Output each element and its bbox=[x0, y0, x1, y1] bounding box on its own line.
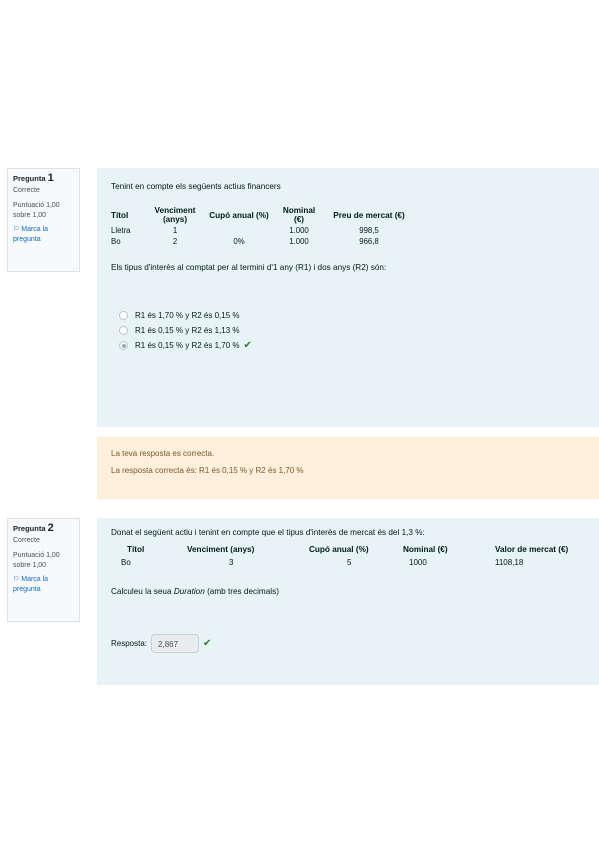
radio-icon[interactable] bbox=[119, 311, 128, 320]
answer-option[interactable]: R1 és 1,70 % y R2 és 0,15 % bbox=[111, 308, 593, 323]
flag-icon: ⚐ bbox=[13, 226, 20, 233]
table-header: Cupó anual (%) bbox=[309, 545, 369, 554]
table-cell: 5 bbox=[347, 558, 352, 567]
question-formulation-1: Tenint en compte els següents actius fin… bbox=[97, 168, 599, 427]
question-text: Els tipus d'interès al comptat per al te… bbox=[111, 263, 387, 272]
answer-option[interactable]: R1 és 0,15 % y R2 és 1,13 % bbox=[111, 323, 593, 338]
check-icon: ✔ bbox=[203, 638, 212, 649]
table-header: Cupó anual (%) bbox=[209, 210, 269, 220]
table-header: Venciment (anys) bbox=[154, 206, 196, 224]
radio-icon[interactable] bbox=[119, 326, 128, 335]
table-header-row: Títol Venciment (anys) Cupó anual (%) No… bbox=[111, 543, 599, 556]
right-answer: La resposta correcta és: R1 és 0,15 % y … bbox=[111, 466, 304, 475]
table-cell: Lletra bbox=[111, 226, 131, 235]
question-state: Correcte bbox=[13, 187, 40, 194]
question-formulation-2: Donat el següent actiu i tenint en compt… bbox=[97, 518, 599, 685]
flag-question-link[interactable]: ⚐ Marca la pregunta bbox=[13, 575, 74, 595]
table-cell: 1000 bbox=[409, 558, 427, 567]
table-cell bbox=[205, 225, 273, 236]
table-row: Bo 3 5 1000 1108,18 bbox=[111, 556, 599, 569]
table-cell: 1108,18 bbox=[495, 558, 524, 567]
table-cell: Bo bbox=[111, 237, 121, 246]
question-intro: Tenint en compte els següents actius fin… bbox=[111, 182, 281, 191]
answer-option-label: R1 és 0,15 % y R2 és 1,70 % bbox=[135, 341, 240, 350]
flag-icon: ⚐ bbox=[13, 576, 20, 583]
table-cell: 2 bbox=[172, 237, 178, 246]
flag-question-link[interactable]: ⚐ Marca la pregunta bbox=[13, 225, 74, 245]
table-header-row: Títol Venciment (anys) Cupó anual (%) No… bbox=[111, 205, 413, 225]
question-info-1: Pregunta 1 Correcte Puntuació 1,00 sobre… bbox=[7, 168, 80, 272]
question-text: Calculeu la seua Duration (amb tres deci… bbox=[111, 587, 279, 596]
table-cell: 966,8 bbox=[359, 237, 379, 246]
question-title: Pregunta 2 bbox=[13, 522, 54, 534]
table-row: Lletra 1 1.000 998,5 bbox=[111, 225, 413, 236]
question-feedback-1: La teva resposta es correcta. La respost… bbox=[97, 437, 599, 499]
question-grade: Puntuació 1,00 sobre 1,00 bbox=[13, 202, 60, 219]
table-header: Títol bbox=[111, 210, 129, 220]
table-cell: 1 bbox=[172, 226, 178, 235]
question-title: Pregunta 1 bbox=[13, 172, 54, 184]
question-state: Correcte bbox=[13, 537, 40, 544]
table-cell: 1.000 bbox=[289, 226, 309, 235]
check-icon: ✔ bbox=[243, 340, 252, 351]
table-header: Valor de mercat (€) bbox=[495, 545, 569, 554]
assets-table: Títol Venciment (anys) Cupó anual (%) No… bbox=[111, 205, 413, 247]
answer-option-label: R1 és 0,15 % y R2 és 1,13 % bbox=[135, 326, 240, 335]
bond-table: Títol Venciment (anys) Cupó anual (%) No… bbox=[111, 543, 599, 569]
answer-label: Resposta: bbox=[111, 639, 148, 648]
answer-option[interactable]: R1 és 0,15 % y R2 és 1,70 % ✔ bbox=[111, 338, 593, 353]
table-cell: 0% bbox=[233, 237, 245, 246]
question-grade: Puntuació 1,00 sobre 1,00 bbox=[13, 552, 60, 569]
general-feedback: La teva resposta es correcta. bbox=[111, 449, 215, 458]
table-cell: Bo bbox=[121, 558, 131, 567]
answer-input[interactable]: 2,867 bbox=[151, 634, 200, 653]
answer-options: R1 és 1,70 % y R2 és 0,15 % R1 és 0,15 %… bbox=[111, 308, 593, 353]
table-header: Títol bbox=[127, 545, 145, 554]
answer-option-label: R1 és 1,70 % y R2 és 0,15 % bbox=[135, 311, 240, 320]
table-cell: 3 bbox=[229, 558, 234, 567]
table-row: Bo 2 0% 1.000 966,8 bbox=[111, 236, 413, 247]
table-header: Preu de mercat (€) bbox=[333, 210, 405, 220]
table-cell: 1.000 bbox=[289, 237, 309, 246]
table-cell: 998,5 bbox=[359, 226, 379, 235]
question-intro: Donat el següent actiu i tenint en compt… bbox=[111, 528, 425, 537]
table-header: Nominal (€) bbox=[282, 206, 316, 224]
question-info-2: Pregunta 2 Correcte Puntuació 1,00 sobre… bbox=[7, 518, 80, 622]
table-header: Venciment (anys) bbox=[187, 545, 255, 554]
answer-row: Resposta: 2,867 ✔ bbox=[111, 634, 593, 653]
table-header: Nominal (€) bbox=[403, 545, 448, 554]
radio-icon[interactable] bbox=[119, 341, 128, 350]
